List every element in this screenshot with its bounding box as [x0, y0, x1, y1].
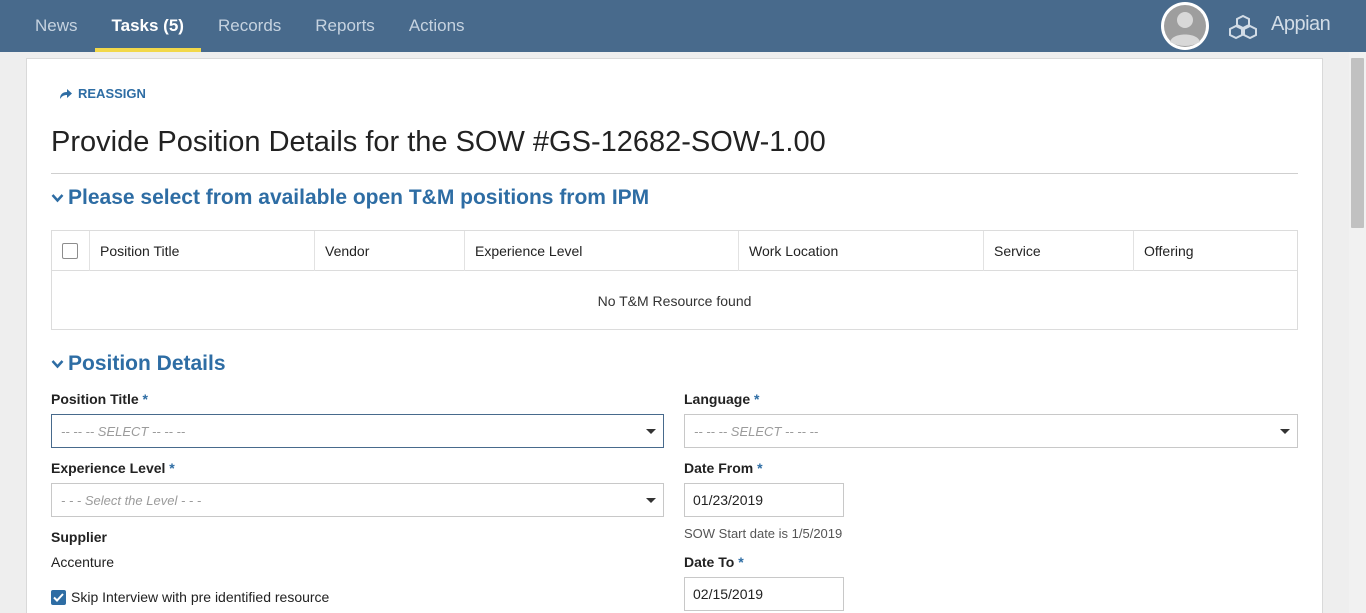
date-from-help-text: SOW Start date is 1/5/2019 [684, 526, 843, 541]
grid-empty-message: No T&M Resource found [597, 292, 752, 309]
chevron-down-icon [51, 194, 64, 203]
date-from-label-text: Date From [684, 460, 754, 476]
tab-reports[interactable]: Reports [298, 0, 392, 52]
required-marker: * [754, 391, 760, 407]
date-to-field[interactable]: 02/15/2019 [684, 577, 844, 611]
ipm-section-header[interactable]: Please select from available open T&M po… [51, 186, 649, 210]
column-header-vendor[interactable]: Vendor [314, 231, 464, 271]
tab-tasks[interactable]: Tasks (5) [94, 0, 202, 52]
skip-interview-label: Skip Interview with pre identified resou… [71, 589, 330, 605]
position-title-label: Position Title * [51, 391, 148, 407]
experience-level-placeholder: - - - Select the Level - - - [61, 492, 202, 508]
tm-positions-grid: Position Title Vendor Experience Level W… [51, 230, 1298, 330]
date-to-label: Date To * [684, 554, 744, 570]
page-title: Provide Position Details for the SOW #GS… [51, 126, 826, 158]
caret-down-icon [1280, 429, 1290, 434]
column-header-service[interactable]: Service [983, 231, 1133, 271]
tab-records[interactable]: Records [201, 0, 298, 52]
required-marker: * [142, 391, 148, 407]
experience-level-label: Experience Level * [51, 460, 175, 476]
date-from-label: Date From * [684, 460, 763, 476]
caret-down-icon [646, 429, 656, 434]
caret-down-icon [646, 498, 656, 503]
position-title-placeholder: -- -- -- SELECT -- -- -- [61, 423, 186, 439]
date-to-label-text: Date To [684, 554, 735, 570]
user-silhouette-icon [1162, 3, 1208, 49]
checkmark-icon [51, 589, 66, 605]
grid-header-row: Position Title Vendor Experience Level W… [52, 231, 1297, 271]
page-scrollbar[interactable] [1349, 52, 1366, 613]
task-form-card: REASSIGN Provide Position Details for th… [26, 58, 1323, 613]
appian-logo: Appian [1271, 13, 1331, 35]
reassign-link[interactable]: REASSIGN [59, 86, 146, 101]
user-avatar[interactable] [1161, 2, 1209, 50]
date-from-field[interactable]: 01/23/2019 [684, 483, 844, 517]
tab-actions[interactable]: Actions [392, 0, 482, 52]
position-title-label-text: Position Title [51, 391, 139, 407]
ipm-section-title: Please select from available open T&M po… [68, 186, 650, 209]
share-arrow-icon [60, 88, 72, 99]
experience-level-dropdown[interactable]: - - - Select the Level - - - [51, 483, 664, 517]
language-label-text: Language [684, 391, 751, 407]
reassign-label: REASSIGN [78, 86, 146, 101]
position-details-header[interactable]: Position Details [51, 352, 226, 376]
supplier-value: Accenture [51, 554, 115, 570]
column-header-position-title[interactable]: Position Title [89, 231, 314, 271]
select-all-checkbox[interactable] [62, 243, 78, 259]
scrollbar-thumb[interactable] [1351, 58, 1364, 228]
supplier-label: Supplier [51, 529, 108, 545]
experience-level-label-text: Experience Level [51, 460, 166, 476]
apps-cubes-icon[interactable] [1228, 14, 1258, 40]
column-header-offering[interactable]: Offering [1133, 231, 1297, 271]
primary-nav: News Tasks (5) Records Reports Actions [18, 0, 482, 52]
language-placeholder: -- -- -- SELECT -- -- -- [694, 423, 819, 439]
column-header-experience-level[interactable]: Experience Level [464, 231, 738, 271]
required-marker: * [169, 460, 175, 476]
required-marker: * [757, 460, 763, 476]
chevron-down-icon [51, 360, 64, 369]
title-divider [51, 173, 1298, 174]
position-title-dropdown[interactable]: -- -- -- SELECT -- -- -- [51, 414, 664, 448]
required-marker: * [738, 554, 744, 570]
language-dropdown[interactable]: -- -- -- SELECT -- -- -- [684, 414, 1298, 448]
tab-news[interactable]: News [18, 0, 95, 52]
column-header-work-location[interactable]: Work Location [738, 231, 983, 271]
position-details-title: Position Details [68, 352, 226, 375]
select-all-cell [52, 231, 89, 271]
skip-interview-checkbox[interactable]: Skip Interview with pre identified resou… [51, 589, 329, 605]
top-nav-bar: News Tasks (5) Records Reports Actions A… [0, 0, 1366, 52]
language-label: Language * [684, 391, 759, 407]
